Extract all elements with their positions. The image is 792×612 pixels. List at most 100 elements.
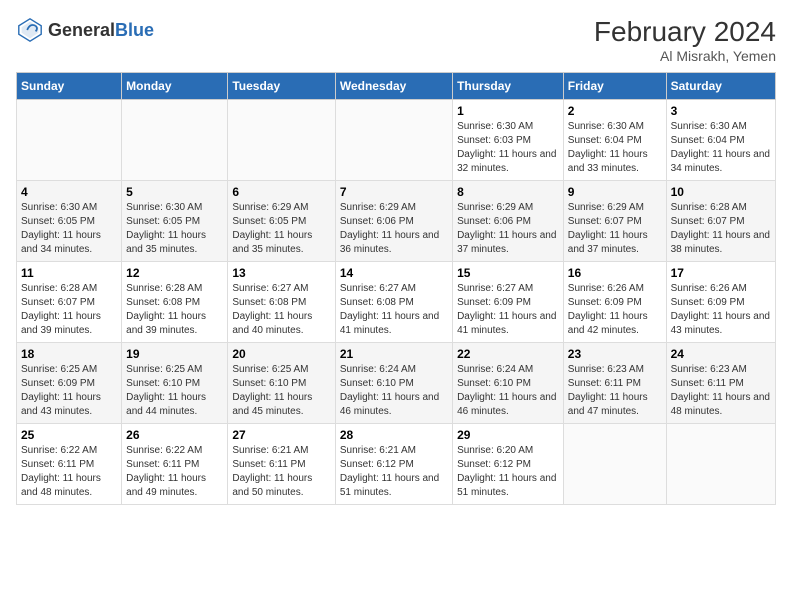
logo-general: General	[48, 20, 115, 40]
calendar-cell: 6Sunrise: 6:29 AMSunset: 6:05 PMDaylight…	[228, 181, 335, 262]
page-header: GeneralBlue February 2024 Al Misrakh, Ye…	[16, 16, 776, 64]
calendar-cell: 11Sunrise: 6:28 AMSunset: 6:07 PMDayligh…	[17, 262, 122, 343]
day-number: 22	[457, 347, 559, 361]
calendar-cell	[563, 424, 666, 505]
col-sunday: Sunday	[17, 73, 122, 100]
calendar-week-2: 4Sunrise: 6:30 AMSunset: 6:05 PMDaylight…	[17, 181, 776, 262]
col-wednesday: Wednesday	[335, 73, 452, 100]
calendar-cell: 2Sunrise: 6:30 AMSunset: 6:04 PMDaylight…	[563, 100, 666, 181]
day-number: 11	[21, 266, 117, 280]
day-number: 16	[568, 266, 662, 280]
calendar-cell: 17Sunrise: 6:26 AMSunset: 6:09 PMDayligh…	[666, 262, 775, 343]
calendar-cell: 5Sunrise: 6:30 AMSunset: 6:05 PMDaylight…	[122, 181, 228, 262]
day-info: Sunrise: 6:25 AMSunset: 6:10 PMDaylight:…	[232, 363, 330, 419]
day-info: Sunrise: 6:24 AMSunset: 6:10 PMDaylight:…	[457, 363, 559, 419]
calendar-cell: 29 Sunrise: 6:20 AMSunset: 6:12 PMDayligh…	[453, 424, 564, 505]
calendar-cell	[666, 424, 775, 505]
col-thursday: Thursday	[453, 73, 564, 100]
calendar-cell: 13Sunrise: 6:27 AMSunset: 6:08 PMDayligh…	[228, 262, 335, 343]
calendar-week-5: 25 Sunrise: 6:22 AMSunset: 6:11 PMDayligh…	[17, 424, 776, 505]
day-info: Sunrise: 6:30 AMSunset: 6:03 PMDaylight:…	[457, 120, 559, 176]
location: Al Misrakh, Yemen	[594, 48, 776, 64]
month-title: February 2024	[594, 16, 776, 48]
calendar-cell: 18 Sunrise: 6:25 AMSunset: 6:09 PMDayligh…	[17, 343, 122, 424]
calendar-week-4: 18 Sunrise: 6:25 AMSunset: 6:09 PMDayligh…	[17, 343, 776, 424]
calendar-cell: 3 Sunrise: 6:30 AMSunset: 6:04 PMDaylight…	[666, 100, 775, 181]
calendar-cell: 9 Sunrise: 6:29 AMSunset: 6:07 PMDaylight…	[563, 181, 666, 262]
calendar-cell: 26Sunrise: 6:22 AMSunset: 6:11 PMDayligh…	[122, 424, 228, 505]
day-info: Sunrise: 6:27 AMSunset: 6:09 PMDaylight:…	[457, 282, 559, 338]
logo-icon	[16, 16, 44, 44]
day-info: Sunrise: 6:25 AMSunset: 6:09 PMDaylight:…	[21, 363, 117, 419]
day-number: 5	[126, 185, 223, 199]
day-number: 10	[671, 185, 771, 199]
day-info: Sunrise: 6:27 AMSunset: 6:08 PMDaylight:…	[232, 282, 330, 338]
logo: GeneralBlue	[16, 16, 154, 44]
col-friday: Friday	[563, 73, 666, 100]
logo-blue: Blue	[115, 20, 154, 40]
day-info: Sunrise: 6:24 AMSunset: 6:10 PMDaylight:…	[340, 363, 448, 419]
day-number: 3	[671, 104, 771, 118]
col-monday: Monday	[122, 73, 228, 100]
calendar-cell: 15 Sunrise: 6:27 AMSunset: 6:09 PMDayligh…	[453, 262, 564, 343]
calendar-cell: 22 Sunrise: 6:24 AMSunset: 6:10 PMDayligh…	[453, 343, 564, 424]
calendar-cell	[17, 100, 122, 181]
day-number: 8	[457, 185, 559, 199]
logo-text: GeneralBlue	[48, 20, 154, 41]
calendar-cell: 28 Sunrise: 6:21 AMSunset: 6:12 PMDayligh…	[335, 424, 452, 505]
day-info: Sunrise: 6:26 AMSunset: 6:09 PMDaylight:…	[568, 282, 662, 338]
day-info: Sunrise: 6:28 AMSunset: 6:07 PMDaylight:…	[671, 201, 771, 257]
calendar-cell: 24 Sunrise: 6:23 AMSunset: 6:11 PMDayligh…	[666, 343, 775, 424]
day-number: 1	[457, 104, 559, 118]
calendar-cell: 25 Sunrise: 6:22 AMSunset: 6:11 PMDayligh…	[17, 424, 122, 505]
calendar-cell: 21 Sunrise: 6:24 AMSunset: 6:10 PMDayligh…	[335, 343, 452, 424]
title-block: February 2024 Al Misrakh, Yemen	[594, 16, 776, 64]
day-number: 24	[671, 347, 771, 361]
calendar-cell	[335, 100, 452, 181]
calendar-cell: 19 Sunrise: 6:25 AMSunset: 6:10 PMDayligh…	[122, 343, 228, 424]
day-info: Sunrise: 6:27 AMSunset: 6:08 PMDaylight:…	[340, 282, 448, 338]
day-info: Sunrise: 6:20 AMSunset: 6:12 PMDaylight:…	[457, 444, 559, 500]
day-info: Sunrise: 6:21 AMSunset: 6:11 PMDaylight:…	[232, 444, 330, 500]
day-info: Sunrise: 6:22 AMSunset: 6:11 PMDaylight:…	[126, 444, 223, 500]
col-saturday: Saturday	[666, 73, 775, 100]
day-info: Sunrise: 6:29 AMSunset: 6:07 PMDaylight:…	[568, 201, 662, 257]
day-number: 15	[457, 266, 559, 280]
calendar-cell: 20Sunrise: 6:25 AMSunset: 6:10 PMDayligh…	[228, 343, 335, 424]
calendar-cell: 8 Sunrise: 6:29 AMSunset: 6:06 PMDaylight…	[453, 181, 564, 262]
day-number: 18	[21, 347, 117, 361]
day-info: Sunrise: 6:21 AMSunset: 6:12 PMDaylight:…	[340, 444, 448, 500]
day-number: 29	[457, 428, 559, 442]
day-number: 21	[340, 347, 448, 361]
day-info: Sunrise: 6:28 AMSunset: 6:08 PMDaylight:…	[126, 282, 223, 338]
calendar-cell: 1 Sunrise: 6:30 AMSunset: 6:03 PMDaylight…	[453, 100, 564, 181]
day-info: Sunrise: 6:30 AMSunset: 6:05 PMDaylight:…	[21, 201, 117, 257]
day-info: Sunrise: 6:22 AMSunset: 6:11 PMDaylight:…	[21, 444, 117, 500]
calendar-week-1: 1 Sunrise: 6:30 AMSunset: 6:03 PMDaylight…	[17, 100, 776, 181]
day-info: Sunrise: 6:30 AMSunset: 6:04 PMDaylight:…	[671, 120, 771, 176]
day-info: Sunrise: 6:29 AMSunset: 6:06 PMDaylight:…	[340, 201, 448, 257]
calendar-cell: 14Sunrise: 6:27 AMSunset: 6:08 PMDayligh…	[335, 262, 452, 343]
calendar-cell: 7 Sunrise: 6:29 AMSunset: 6:06 PMDaylight…	[335, 181, 452, 262]
calendar-cell: 23Sunrise: 6:23 AMSunset: 6:11 PMDayligh…	[563, 343, 666, 424]
day-number: 28	[340, 428, 448, 442]
day-number: 7	[340, 185, 448, 199]
day-info: Sunrise: 6:30 AMSunset: 6:04 PMDaylight:…	[568, 120, 662, 176]
day-number: 19	[126, 347, 223, 361]
day-number: 25	[21, 428, 117, 442]
header-row: Sunday Monday Tuesday Wednesday Thursday…	[17, 73, 776, 100]
day-info: Sunrise: 6:23 AMSunset: 6:11 PMDaylight:…	[671, 363, 771, 419]
day-info: Sunrise: 6:25 AMSunset: 6:10 PMDaylight:…	[126, 363, 223, 419]
calendar-cell: 10 Sunrise: 6:28 AMSunset: 6:07 PMDayligh…	[666, 181, 775, 262]
calendar-week-3: 11Sunrise: 6:28 AMSunset: 6:07 PMDayligh…	[17, 262, 776, 343]
calendar-cell: 12 Sunrise: 6:28 AMSunset: 6:08 PMDayligh…	[122, 262, 228, 343]
calendar-cell	[228, 100, 335, 181]
day-number: 12	[126, 266, 223, 280]
day-info: Sunrise: 6:29 AMSunset: 6:06 PMDaylight:…	[457, 201, 559, 257]
day-number: 23	[568, 347, 662, 361]
day-number: 17	[671, 266, 771, 280]
calendar-header: Sunday Monday Tuesday Wednesday Thursday…	[17, 73, 776, 100]
day-number: 27	[232, 428, 330, 442]
calendar-body: 1 Sunrise: 6:30 AMSunset: 6:03 PMDaylight…	[17, 100, 776, 505]
day-number: 9	[568, 185, 662, 199]
